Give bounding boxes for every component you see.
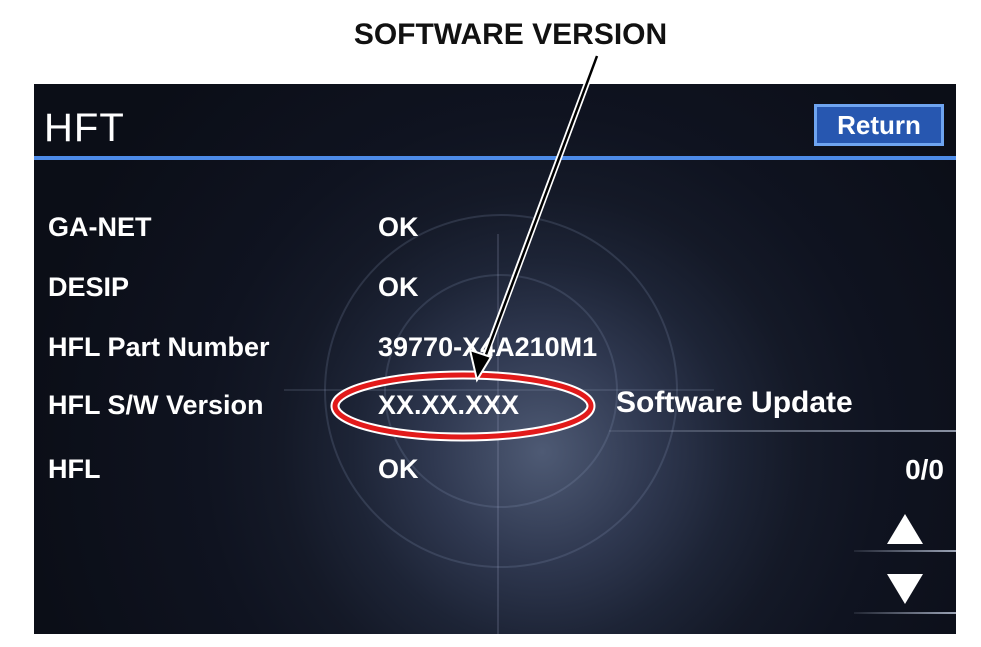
background-line-decoration [497,234,499,634]
row-label-hfl-sw-version: HFL S/W Version [48,390,264,420]
scroll-up-divider [854,550,956,552]
scroll-up-button[interactable] [854,506,956,552]
row-label-hfl-part-number: HFL Part Number [48,332,270,362]
row-label-ga-net: GA-NET [48,212,152,242]
row-label-hfl: HFL [48,454,101,484]
page-title: HFT [44,106,125,150]
software-update-button[interactable]: Software Update [616,386,853,420]
row-label-desip: DESIP [48,272,130,302]
return-button[interactable]: Return [814,104,944,146]
scroll-down-divider [854,612,956,614]
row-value-hfl-sw-version: XX.XX.XXX [378,390,520,420]
row-value-desip: OK [378,272,419,302]
callout-label: SOFTWARE VERSION [353,18,668,51]
hft-diagnostic-screen: HFT Return GA-NET OK DESIP OK HFL Part N… [34,84,956,634]
row-value-hfl: OK [378,454,419,484]
triangle-up-icon [887,514,923,544]
software-update-divider [609,430,956,432]
scroll-down-button[interactable] [854,566,956,614]
triangle-down-icon [887,574,923,604]
row-value-ga-net: OK [378,212,419,242]
page-counter: 0/0 [905,454,944,485]
header-divider [34,156,956,160]
row-value-hfl-part-number: 39770-X4A210M1 [378,332,598,362]
